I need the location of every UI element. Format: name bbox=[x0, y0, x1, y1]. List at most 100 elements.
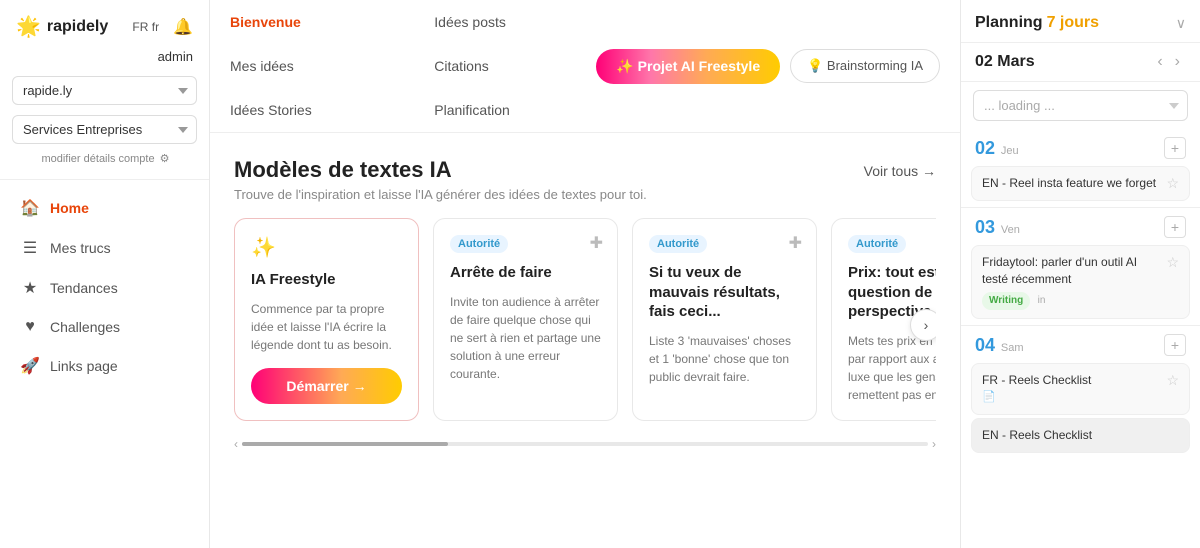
notification-bell-icon[interactable]: 🔔 bbox=[173, 17, 193, 37]
sidebar-item-label: Links page bbox=[50, 358, 118, 374]
planning-item[interactable]: Fridaytool: parler d'un outil AI testé r… bbox=[971, 245, 1190, 319]
card-desc: Mets tes prix en perspective par rapport… bbox=[848, 332, 936, 404]
freestyle-icon: ✨ bbox=[251, 235, 402, 260]
planning-days-label: 7 jours bbox=[1047, 14, 1099, 32]
day-section-04: 04 Sam + FR - Reels Checklist 📄 ☆ EN - R… bbox=[961, 326, 1200, 453]
day-header-04: 04 Sam + bbox=[961, 326, 1200, 360]
tab-mes-idees[interactable]: Mes idées bbox=[230, 44, 398, 88]
cards-wrapper: ✨ IA Freestyle Commence par ta propre id… bbox=[234, 218, 936, 433]
date-next-icon[interactable]: › bbox=[1169, 51, 1186, 73]
card-desc: Liste 3 'mauvaises' choses et 1 'bonne' … bbox=[649, 332, 800, 386]
day-name: Sam bbox=[1001, 342, 1024, 354]
workspace-selector[interactable]: rapide.ly bbox=[12, 76, 197, 105]
day-number: 02 bbox=[975, 138, 995, 158]
star-icon[interactable]: ☆ bbox=[1166, 254, 1179, 271]
sidebar-nav: 🏠 Home ☰ Mes trucs ★ Tendances ♥ Challen… bbox=[0, 184, 209, 548]
sidebar-item-mes-trucs[interactable]: ☰ Mes trucs bbox=[0, 228, 209, 268]
sidebar-item-home[interactable]: 🏠 Home bbox=[0, 188, 209, 228]
freestyle-button[interactable]: ✨ Projet AI Freestyle bbox=[596, 49, 780, 84]
scroll-thumb bbox=[242, 442, 448, 446]
sidebar-item-tendances[interactable]: ★ Tendances bbox=[0, 268, 209, 308]
right-panel: Planning 7 jours ∨ 02 Mars ‹ › ... loadi… bbox=[960, 0, 1200, 548]
day-name: Ven bbox=[1001, 224, 1020, 236]
planning-title: Planning bbox=[975, 14, 1043, 32]
day-header-02: 02 Jeu + bbox=[961, 129, 1200, 163]
demarrer-button[interactable]: Démarrer → bbox=[251, 368, 402, 404]
planning-item-text: EN - Reels Checklist bbox=[982, 427, 1179, 444]
writing-badge: Writing bbox=[982, 292, 1030, 310]
card-desc: Invite ton audience à arrêter de faire q… bbox=[450, 293, 601, 383]
card-badge: Autorité bbox=[450, 235, 508, 253]
card-badge: Autorité bbox=[649, 235, 707, 253]
sidebar: 🌟 rapidely FR fr 🔔 admin rapide.ly Servi… bbox=[0, 0, 210, 548]
cards-scroll[interactable]: ✨ IA Freestyle Commence par ta propre id… bbox=[234, 218, 936, 433]
planning-item[interactable]: EN - Reels Checklist bbox=[971, 418, 1190, 453]
planning-item-text: Fridaytool: parler d'un outil AI testé r… bbox=[982, 254, 1160, 310]
sidebar-item-label: Mes trucs bbox=[50, 240, 111, 256]
planning-days-list: 02 Jeu + EN - Reel insta feature we forg… bbox=[961, 129, 1200, 548]
main-content-area: Bienvenue Idées posts Mes idées Citation… bbox=[210, 0, 960, 548]
sidebar-item-challenges[interactable]: ♥ Challenges bbox=[0, 308, 209, 346]
sidebar-item-label: Home bbox=[50, 200, 89, 216]
scroll-left-icon[interactable]: ‹ bbox=[234, 437, 238, 451]
list-icon: ☰ bbox=[20, 238, 40, 258]
day-number: 03 bbox=[975, 217, 995, 237]
day-add-button[interactable]: + bbox=[1164, 334, 1186, 356]
add-card-icon[interactable]: ✚ bbox=[590, 233, 603, 253]
admin-label: admin bbox=[0, 49, 209, 72]
in-label: in bbox=[1038, 294, 1046, 308]
day-section-02: 02 Jeu + EN - Reel insta feature we forg… bbox=[961, 129, 1200, 201]
star-icon[interactable]: ☆ bbox=[1166, 175, 1179, 192]
day-number: 04 bbox=[975, 335, 995, 355]
card-title: IA Freestyle bbox=[251, 270, 402, 290]
loading-selector[interactable]: ... loading ... bbox=[973, 90, 1188, 121]
scroll-track bbox=[242, 442, 928, 446]
planning-header: Planning 7 jours ∨ bbox=[961, 0, 1200, 43]
card-arrete-de-faire: Autorité ✚ Arrête de faire Invite ton au… bbox=[433, 218, 618, 421]
services-selector[interactable]: Services Entreprises bbox=[12, 115, 197, 144]
brainstorm-button[interactable]: 💡 Brainstorming IA bbox=[790, 49, 940, 83]
tab-planification[interactable]: Planification bbox=[434, 88, 596, 132]
tab-idees-stories[interactable]: Idées Stories bbox=[230, 88, 398, 132]
card-badge: Autorité bbox=[848, 235, 906, 253]
day-add-button[interactable]: + bbox=[1164, 216, 1186, 238]
home-icon: 🏠 bbox=[20, 198, 40, 218]
scroll-right-icon[interactable]: › bbox=[932, 437, 936, 451]
tab-idees-posts[interactable]: Idées posts bbox=[434, 0, 596, 44]
logo-text: rapidely bbox=[47, 18, 108, 36]
sidebar-item-links[interactable]: 🚀 Links page bbox=[0, 346, 209, 386]
day-name: Jeu bbox=[1001, 145, 1019, 157]
section-title: Modèles de textes IA bbox=[234, 157, 647, 183]
card-footer: Démarrer → bbox=[251, 368, 402, 404]
sidebar-logo-area: 🌟 rapidely FR fr 🔔 bbox=[0, 0, 209, 49]
tab-bienvenue[interactable]: Bienvenue bbox=[230, 0, 398, 44]
modify-account-link[interactable]: modifier détails compte ⚙ bbox=[0, 148, 209, 175]
planning-collapse-icon[interactable]: ∨ bbox=[1176, 15, 1186, 32]
add-card-icon[interactable]: ✚ bbox=[789, 233, 802, 253]
cards-next-button[interactable]: › bbox=[910, 309, 936, 341]
lang-switcher[interactable]: FR fr bbox=[132, 20, 159, 34]
voir-tous-link[interactable]: Voir tous → bbox=[864, 163, 936, 179]
content-area: Modèles de textes IA Trouve de l'inspira… bbox=[210, 133, 960, 548]
top-nav-actions: ✨ Projet AI Freestyle 💡 Brainstorming IA bbox=[596, 39, 940, 94]
day-section-03: 03 Ven + Fridaytool: parler d'un outil A… bbox=[961, 208, 1200, 319]
day-header-03: 03 Ven + bbox=[961, 208, 1200, 242]
logo-icon: 🌟 bbox=[16, 14, 41, 39]
section-header: Modèles de textes IA Trouve de l'inspira… bbox=[234, 157, 936, 202]
nav-tabs-grid: Bienvenue Idées posts Mes idées Citation… bbox=[230, 0, 596, 132]
scroll-indicator: ‹ › bbox=[234, 433, 936, 451]
sidebar-item-label: Tendances bbox=[50, 280, 118, 296]
date-label: 02 Mars bbox=[975, 53, 1151, 71]
rocket-icon: 🚀 bbox=[20, 356, 40, 376]
planning-item[interactable]: EN - Reel insta feature we forget ☆ bbox=[971, 166, 1190, 201]
planning-item-text: FR - Reels Checklist 📄 bbox=[982, 372, 1160, 406]
planning-item[interactable]: FR - Reels Checklist 📄 ☆ bbox=[971, 363, 1190, 415]
tab-citations[interactable]: Citations bbox=[434, 44, 596, 88]
card-desc: Commence par ta propre idée et laisse l'… bbox=[251, 300, 402, 354]
planning-item-text: EN - Reel insta feature we forget bbox=[982, 175, 1160, 192]
day-add-button[interactable]: + bbox=[1164, 137, 1186, 159]
star-icon[interactable]: ☆ bbox=[1166, 372, 1179, 389]
top-navigation: Bienvenue Idées posts Mes idées Citation… bbox=[210, 0, 960, 133]
date-navigation: 02 Mars ‹ › bbox=[961, 43, 1200, 82]
date-prev-icon[interactable]: ‹ bbox=[1151, 51, 1168, 73]
